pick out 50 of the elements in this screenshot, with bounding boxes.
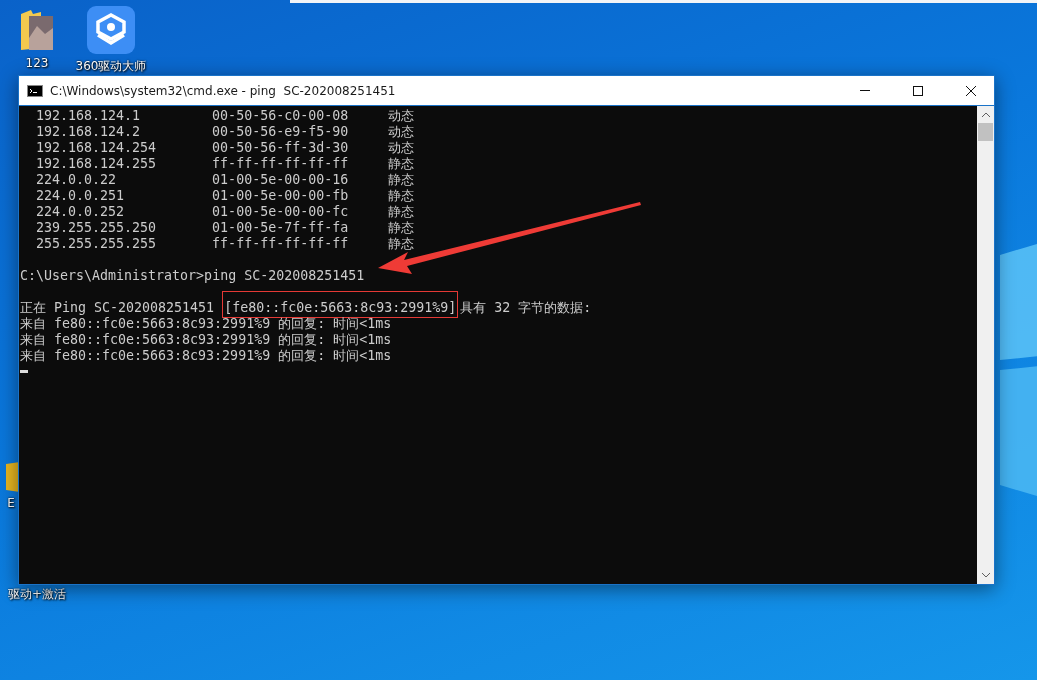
highlighted-address: [fe80::fc0e:5663:8c93:2991%9] — [222, 291, 459, 318]
entry-type: 静态 — [388, 156, 416, 172]
ip-address: 224.0.0.22 — [36, 172, 118, 188]
entry-type: 静态 — [388, 204, 416, 220]
mac-address: 01-00-5e-00-00-fb — [212, 188, 350, 204]
entry-type: 动态 — [388, 108, 416, 124]
desktop-icon-label[interactable]: 123 — [25, 56, 49, 70]
command-prompt: C:\Users\Administrator>ping SC-202008251451 — [20, 268, 366, 284]
scroll-up-icon — [981, 112, 990, 117]
ip-address: 192.168.124.255 — [36, 156, 158, 172]
mac-address: 01-00-5e-00-00-fc — [212, 204, 350, 220]
ping-status-text: 正在 Ping SC-202008251451 — [20, 300, 216, 316]
entry-type: 动态 — [388, 124, 416, 140]
scrollbar-thumb[interactable] — [978, 123, 993, 141]
folder-icon — [19, 8, 55, 52]
scrollbar[interactable] — [977, 106, 994, 584]
ip-address: 224.0.0.252 — [36, 204, 126, 220]
ping-reply: 来自 fe80::fc0e:5663:8c93:2991%9 的回复: 时间<1ms — [20, 316, 393, 332]
text-cursor — [20, 370, 28, 373]
entry-type: 静态 — [388, 236, 416, 252]
ip-address: 224.0.0.251 — [36, 188, 126, 204]
window-title: C:\Windows\system32\cmd.exe - ping SC-202008251451 — [50, 83, 397, 98]
entry-type: 动态 — [388, 140, 416, 156]
mac-address: 01-00-5e-00-00-16 — [212, 172, 350, 188]
desktop-icon-label[interactable]: 360驱动大师 — [75, 58, 147, 75]
entry-type: 静态 — [388, 220, 416, 236]
mac-address: ff-ff-ff-ff-ff-ff — [212, 236, 350, 252]
ip-address: 239.255.255.250 — [36, 220, 158, 236]
maximize-icon — [913, 85, 923, 96]
ip-address: 192.168.124.254 — [36, 140, 158, 156]
entry-type: 静态 — [388, 172, 416, 188]
ip-address: 192.168.124.2 — [36, 124, 142, 140]
mac-address: 01-00-5e-7f-ff-fa — [212, 220, 350, 236]
console-icon — [27, 84, 43, 97]
mac-address: 00-50-56-c0-00-08 — [212, 108, 350, 124]
ip-address: 255.255.255.255 — [36, 236, 158, 252]
ping-reply: 来自 fe80::fc0e:5663:8c93:2991%9 的回复: 时间<1ms — [20, 348, 393, 364]
desktop-icon-label[interactable]: 驱动+激活 — [7, 586, 67, 603]
ip-address: 192.168.124.1 — [36, 108, 142, 124]
ping-reply: 来自 fe80::fc0e:5663:8c93:2991%9 的回复: 时间<1ms — [20, 332, 393, 348]
desktop-icon-label[interactable]: E — [7, 496, 15, 510]
hexagon-gear-app-icon — [87, 6, 135, 54]
mac-address: 00-50-56-e9-f5-90 — [212, 124, 350, 140]
scroll-down-icon — [981, 573, 990, 578]
mac-address: 00-50-56-ff-3d-30 — [212, 140, 350, 156]
close-icon — [966, 85, 976, 96]
mac-address: ff-ff-ff-ff-ff-ff — [212, 156, 350, 172]
minimize-icon — [860, 90, 870, 91]
ping-status-text: 具有 32 字节的数据: — [460, 300, 592, 316]
entry-type: 静态 — [388, 188, 416, 204]
